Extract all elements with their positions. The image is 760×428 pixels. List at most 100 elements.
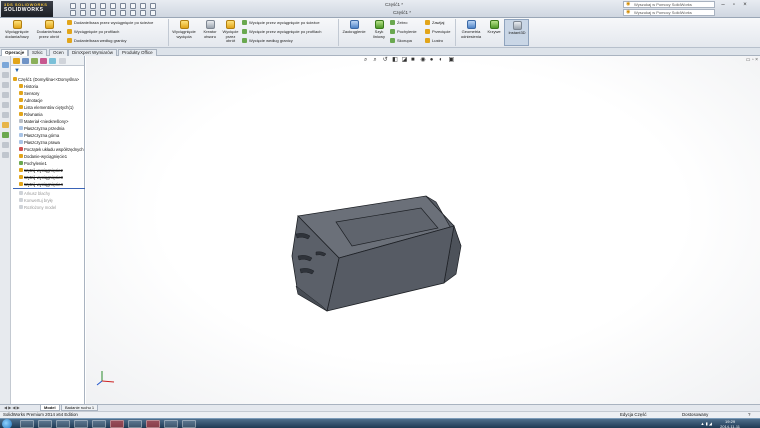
tab-features[interactable]: Operacje xyxy=(1,49,29,56)
tab-dimxpert[interactable]: DimXpert Wymiarów xyxy=(68,49,117,56)
rebuild-icon[interactable] xyxy=(130,3,136,9)
tree-cut-list[interactable]: Lista elementów ciętych(1) xyxy=(13,104,85,111)
rectangle-icon[interactable] xyxy=(120,10,126,16)
mirror-button[interactable]: Lustro xyxy=(425,38,443,43)
app4-taskbar-icon[interactable] xyxy=(164,420,178,428)
graphics-area[interactable]: ⌕ ⌕ ↺ ◧ ◪ ■ ◉ ● ◐ ▣ ▭ ▫ × xyxy=(86,56,760,404)
section-view-icon[interactable] xyxy=(2,112,9,118)
system-tray[interactable]: ▲ ▮ ◢ xyxy=(701,421,712,426)
draft-button[interactable]: Pochylenie xyxy=(390,29,417,34)
dimension-icon[interactable] xyxy=(130,10,136,16)
circle-icon[interactable] xyxy=(100,10,106,16)
appearance-icon[interactable] xyxy=(2,132,9,138)
app3-taskbar-icon[interactable] xyxy=(146,420,160,428)
extrude-boss-button[interactable]: Wyciągnięcie dodania/bazy xyxy=(2,20,32,39)
fillet-button[interactable]: Zaokrąglenie xyxy=(340,20,368,35)
new-document-icon[interactable] xyxy=(70,3,76,9)
options-icon[interactable] xyxy=(150,3,156,9)
taskbar-clock[interactable]: 19:29 2014-11-11 xyxy=(720,419,740,428)
loft-cut-button[interactable]: Wycięcie przez wyciągnięcie po profilach xyxy=(242,29,321,34)
start-button-icon[interactable] xyxy=(2,419,12,428)
chrome-taskbar-icon[interactable] xyxy=(92,420,106,428)
mass-properties-icon[interactable] xyxy=(2,102,9,108)
scene-icon[interactable] xyxy=(2,142,9,148)
loft-boss-button[interactable]: Wyciągnięcie po profilach xyxy=(67,29,119,34)
revolve-boss-button[interactable]: Dodanie/baza przez obrót xyxy=(34,20,64,39)
minimize-icon[interactable]: – xyxy=(719,2,727,8)
reference-triad[interactable] xyxy=(96,369,118,387)
app5-taskbar-icon[interactable] xyxy=(182,420,196,428)
folder-icon[interactable] xyxy=(2,122,9,128)
measure-icon[interactable] xyxy=(2,92,9,98)
revolve-cut-button[interactable]: Wycięcie przez obrót xyxy=(221,20,240,44)
tree-equations[interactable]: Równania xyxy=(13,111,85,118)
sweep-boss-button[interactable]: Dodanie/baza przez wyciągnięcie po ścież… xyxy=(67,20,153,25)
print-icon[interactable] xyxy=(100,3,106,9)
tab-sketch[interactable]: Szkic xyxy=(28,49,47,56)
restore-icon[interactable]: ▫ xyxy=(730,2,738,8)
undo-icon[interactable] xyxy=(110,3,116,9)
tree-convert-solid[interactable]: Konwertuj bryłę xyxy=(13,197,85,204)
boundary-boss-button[interactable]: Dodanie/baza według granicy xyxy=(67,38,126,43)
file-properties-icon[interactable] xyxy=(140,3,146,9)
reference-geometry-button[interactable]: Geometria odniesienia xyxy=(457,20,485,39)
tree-annotations[interactable]: Adnotacje xyxy=(13,97,85,104)
tree-front-plane[interactable]: Płaszczyzna przednia xyxy=(13,125,85,132)
tab-evaluate[interactable]: Ocen xyxy=(49,49,68,56)
intersect-button[interactable]: Przecięcie xyxy=(425,29,450,34)
wrap-button[interactable]: Zawijaj xyxy=(425,20,444,25)
linear-pattern-button[interactable]: Szyk liniowy xyxy=(370,20,388,39)
close-icon[interactable]: × xyxy=(741,2,749,8)
arc-icon[interactable] xyxy=(110,10,116,16)
media-taskbar-icon[interactable] xyxy=(38,420,52,428)
custom-properties-icon[interactable] xyxy=(2,152,9,158)
configuration-tab-icon[interactable] xyxy=(31,58,38,64)
dimxpert-tab-icon[interactable] xyxy=(40,58,47,64)
curves-button[interactable]: Krzywe xyxy=(486,20,502,35)
part-model-3d[interactable] xyxy=(86,56,760,404)
tab-scroll-arrows[interactable]: ◀ ▶ ◀ ▶ xyxy=(4,405,20,410)
solidworks-logo[interactable]: 3DS SOLIDWORKS SOLIDWORKS xyxy=(1,1,53,17)
display-manager-tab-icon[interactable] xyxy=(49,58,56,64)
tree-flat-pattern[interactable]: Rozłożony model xyxy=(13,204,85,211)
browser-taskbar-icon[interactable] xyxy=(56,420,70,428)
tab-office-products[interactable]: Produkty Office xyxy=(118,49,157,56)
solidworks-taskbar-icon[interactable] xyxy=(110,420,124,428)
property-manager-tab-icon[interactable] xyxy=(22,58,29,64)
tree-top-plane[interactable]: Płaszczyzna górna xyxy=(13,132,85,139)
view-orientation-icon[interactable] xyxy=(140,10,146,16)
new-sketch-icon[interactable] xyxy=(70,10,76,16)
rollback-bar[interactable] xyxy=(13,188,85,189)
rib-button[interactable]: Żebro xyxy=(390,20,407,25)
sketch-icon[interactable] xyxy=(80,10,86,16)
smart-dimension-icon[interactable] xyxy=(2,62,9,68)
reference-icon[interactable] xyxy=(2,82,9,88)
explorer-taskbar-icon[interactable] xyxy=(20,420,34,428)
tree-cut-extrude3[interactable]: Wytnij-wyciągnięcie3 xyxy=(13,174,85,181)
display-style-icon[interactable] xyxy=(150,10,156,16)
instant3d-button[interactable]: Instant3D xyxy=(504,19,529,46)
tree-cut-extrude4[interactable]: Wytnij-wyciągnięcie4 xyxy=(13,181,85,188)
app-taskbar-icon[interactable] xyxy=(74,420,88,428)
annotation-icon[interactable] xyxy=(2,72,9,78)
tree-material[interactable]: Materiał <nieokreślony> xyxy=(13,118,85,125)
save-icon[interactable] xyxy=(90,3,96,9)
line-icon[interactable] xyxy=(90,10,96,16)
tree-right-plane[interactable]: Płaszczyzna prawa xyxy=(13,139,85,146)
help-search-field-2[interactable]: ◉ Wyszukaj w Pomocy SolidWorks xyxy=(623,9,715,16)
extrude-cut-button[interactable]: Wyciągnięcie wycięcia xyxy=(170,20,198,39)
help-search-field[interactable]: ◉ Wyszukaj w Pomocy SolidWorks xyxy=(623,1,715,8)
app2-taskbar-icon[interactable] xyxy=(128,420,142,428)
tree-cut-extrude2[interactable]: Wytnij-wyciągnięcie2 xyxy=(13,167,85,174)
hole-wizard-button[interactable]: Kreator otworu xyxy=(200,20,220,39)
shell-button[interactable]: Skorupa xyxy=(390,38,412,43)
select-icon[interactable] xyxy=(120,3,126,9)
tree-sheet-metal[interactable]: Arkusz blachy xyxy=(13,190,85,197)
tree-draft1[interactable]: Pochylenie1 xyxy=(13,160,85,167)
filter-icon[interactable]: ▼ xyxy=(14,68,20,74)
tree-boss-extrude1[interactable]: Dodanie-wyciągnięcie1 xyxy=(13,153,85,160)
tree-origin[interactable]: Początek układu współrzędnych xyxy=(13,146,85,153)
sweep-cut-button[interactable]: Wycięcie przez wyciągnięcie po ścieżce xyxy=(242,20,320,25)
open-icon[interactable] xyxy=(80,3,86,9)
tree-history[interactable]: Historia xyxy=(13,83,85,90)
